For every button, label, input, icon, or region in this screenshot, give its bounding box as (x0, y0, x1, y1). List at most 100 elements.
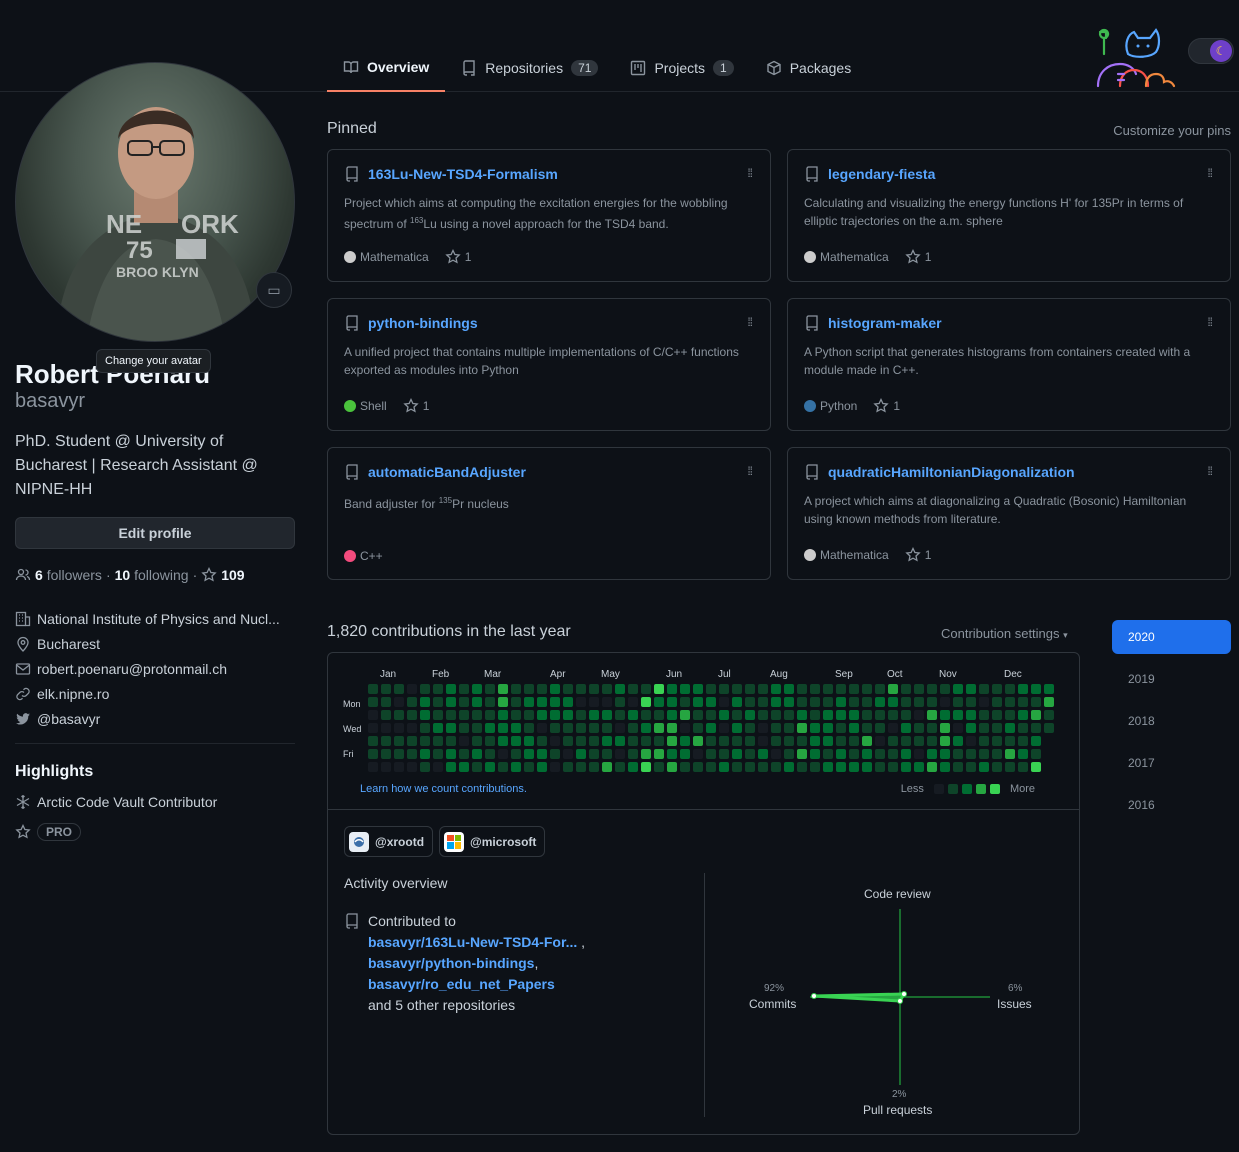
pinned-repo-link[interactable]: legendary-fiesta (828, 166, 935, 182)
contribution-day[interactable] (758, 762, 768, 772)
contribution-day[interactable] (875, 762, 885, 772)
contribution-day[interactable] (537, 697, 547, 707)
contribution-day[interactable] (1018, 762, 1028, 772)
contribution-day[interactable] (394, 749, 404, 759)
contribution-day[interactable] (615, 749, 625, 759)
contribution-day[interactable] (745, 736, 755, 746)
contribution-day[interactable] (732, 723, 742, 733)
contribution-day[interactable] (680, 710, 690, 720)
contribution-day[interactable] (849, 710, 859, 720)
contribution-day[interactable] (953, 749, 963, 759)
contribution-day[interactable] (953, 697, 963, 707)
contribution-day[interactable] (368, 736, 378, 746)
contribution-day[interactable] (537, 710, 547, 720)
contribution-day[interactable] (641, 723, 651, 733)
contribution-day[interactable] (758, 749, 768, 759)
contribution-day[interactable] (381, 697, 391, 707)
contribution-day[interactable] (810, 762, 820, 772)
contribution-day[interactable] (680, 762, 690, 772)
vault-highlight[interactable]: Arctic Code Vault Contributor (15, 794, 217, 810)
contribution-day[interactable] (394, 736, 404, 746)
twitter-link[interactable]: @basavyr (37, 711, 100, 727)
contribution-day[interactable] (992, 710, 1002, 720)
contribution-day[interactable] (654, 710, 664, 720)
contributed-repo-link-2[interactable]: basavyr/python-bindings (368, 955, 534, 971)
set-status-button[interactable]: ▭ (256, 272, 292, 308)
tab-packages[interactable]: Packages (750, 44, 867, 91)
contribution-day[interactable] (914, 749, 924, 759)
contribution-day[interactable] (901, 710, 911, 720)
contribution-day[interactable] (615, 723, 625, 733)
contribution-day[interactable] (940, 762, 950, 772)
contribution-day[interactable] (446, 762, 456, 772)
pinned-repo-stars[interactable]: 1 (445, 249, 471, 265)
contribution-day[interactable] (524, 736, 534, 746)
followers-link[interactable]: 6 followers (35, 567, 102, 583)
contribution-day[interactable] (368, 684, 378, 694)
contribution-day[interactable] (836, 762, 846, 772)
contribution-day[interactable] (927, 684, 937, 694)
contribution-day[interactable] (940, 710, 950, 720)
contribution-day[interactable] (641, 762, 651, 772)
contribution-day[interactable] (628, 697, 638, 707)
contribution-day[interactable] (901, 736, 911, 746)
contribution-day[interactable] (927, 710, 937, 720)
contribution-day[interactable] (992, 749, 1002, 759)
contribution-day[interactable] (706, 684, 716, 694)
contribution-day[interactable] (836, 697, 846, 707)
contribution-day[interactable] (1005, 749, 1015, 759)
contribution-day[interactable] (680, 749, 690, 759)
contribution-day[interactable] (875, 697, 885, 707)
contribution-day[interactable] (758, 736, 768, 746)
contribution-day[interactable] (537, 736, 547, 746)
contribution-day[interactable] (511, 684, 521, 694)
contribution-day[interactable] (394, 723, 404, 733)
contribution-day[interactable] (459, 723, 469, 733)
contribution-day[interactable] (797, 697, 807, 707)
contribution-day[interactable] (836, 723, 846, 733)
contribution-day[interactable] (420, 723, 430, 733)
contribution-day[interactable] (823, 723, 833, 733)
contribution-day[interactable] (667, 749, 677, 759)
contribution-day[interactable] (797, 749, 807, 759)
contribution-day[interactable] (693, 684, 703, 694)
contribution-day[interactable] (901, 723, 911, 733)
contribution-day[interactable] (771, 736, 781, 746)
contribution-day[interactable] (381, 723, 391, 733)
contribution-day[interactable] (693, 710, 703, 720)
contribution-day[interactable] (810, 723, 820, 733)
contribution-day[interactable] (823, 684, 833, 694)
contribution-day[interactable] (680, 736, 690, 746)
contribution-day[interactable] (654, 762, 664, 772)
contribution-day[interactable] (511, 762, 521, 772)
contribution-day[interactable] (446, 710, 456, 720)
contribution-day[interactable] (979, 762, 989, 772)
contribution-day[interactable] (550, 762, 560, 772)
drag-handle-icon[interactable]: ⁞⁞ (1207, 465, 1213, 477)
contribution-day[interactable] (849, 736, 859, 746)
contribution-day[interactable] (1031, 684, 1041, 694)
contribution-day[interactable] (654, 736, 664, 746)
contribution-day[interactable] (433, 762, 443, 772)
contribution-day[interactable] (485, 697, 495, 707)
contribution-day[interactable] (823, 749, 833, 759)
contribution-day[interactable] (420, 710, 430, 720)
contribution-day[interactable] (394, 762, 404, 772)
contribution-day[interactable] (433, 749, 443, 759)
contribution-day[interactable] (1031, 749, 1041, 759)
contribution-day[interactable] (550, 684, 560, 694)
contribution-day[interactable] (771, 697, 781, 707)
year-2020[interactable]: 2020 (1112, 620, 1231, 654)
contribution-day[interactable] (563, 736, 573, 746)
contribution-day[interactable] (511, 697, 521, 707)
contribution-day[interactable] (797, 684, 807, 694)
contribution-day[interactable] (667, 697, 677, 707)
contribution-day[interactable] (498, 723, 508, 733)
contribution-day[interactable] (901, 697, 911, 707)
contribution-day[interactable] (823, 736, 833, 746)
contribution-day[interactable] (576, 710, 586, 720)
contribution-day[interactable] (498, 762, 508, 772)
contribution-day[interactable] (407, 697, 417, 707)
contribution-day[interactable] (576, 762, 586, 772)
contribution-day[interactable] (862, 697, 872, 707)
